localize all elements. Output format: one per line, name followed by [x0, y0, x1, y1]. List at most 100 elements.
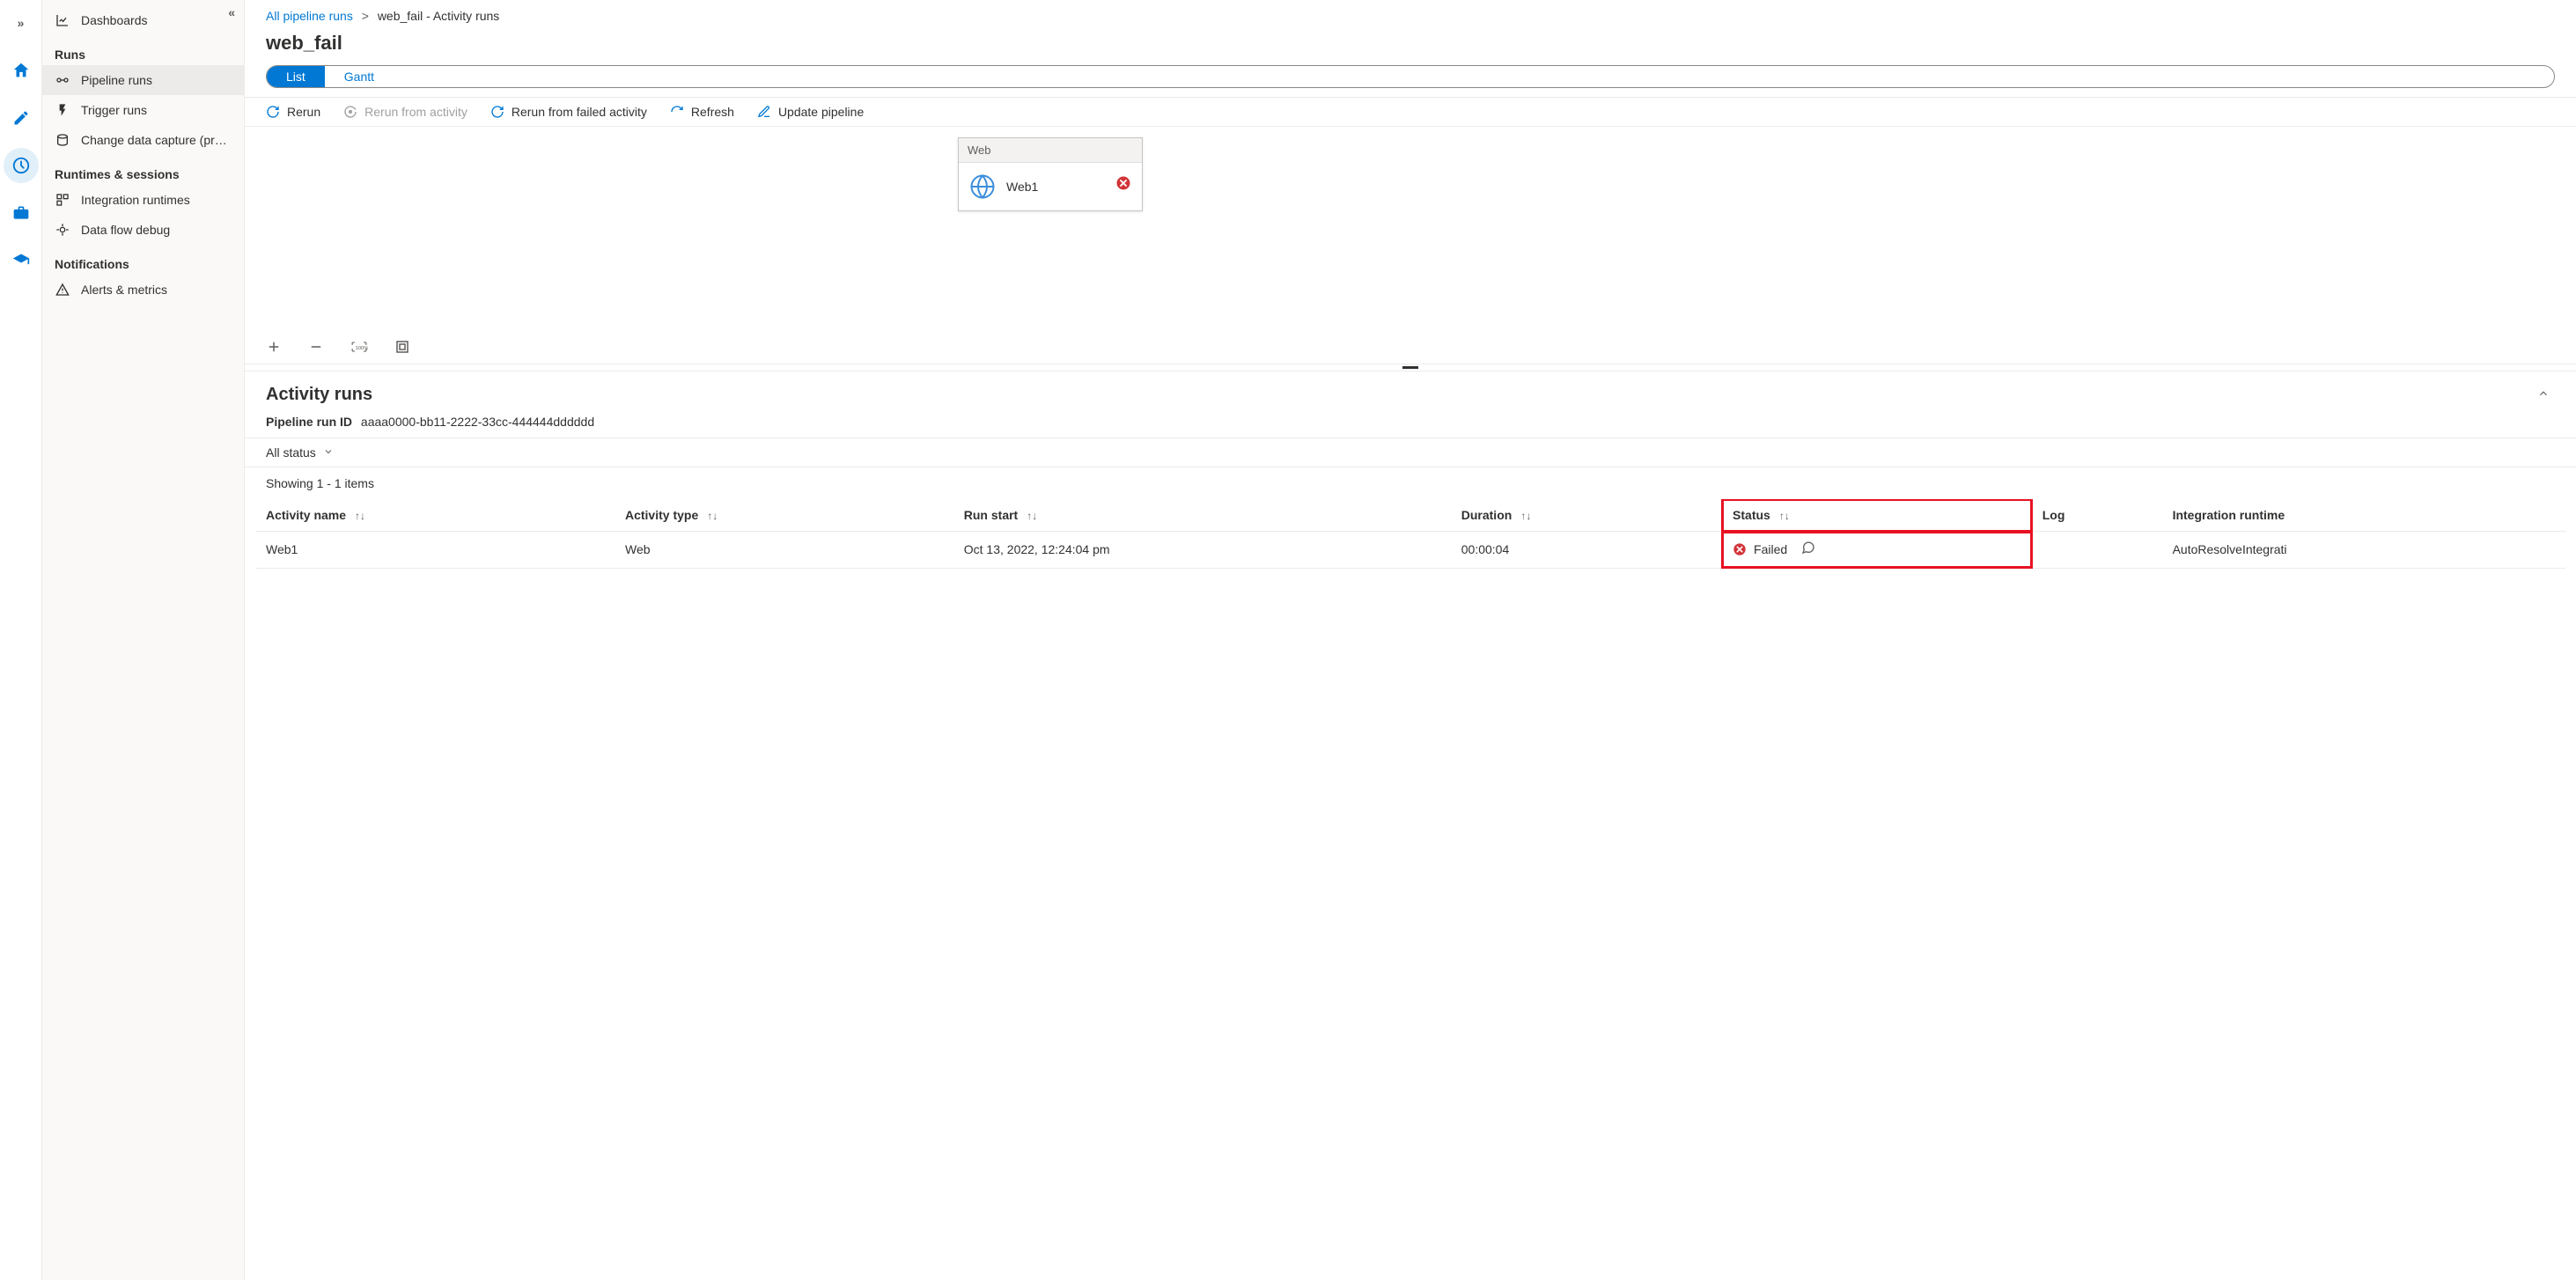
rerun-failed-icon: [490, 105, 504, 119]
col-activity-name[interactable]: Activity name↑↓: [255, 499, 615, 532]
sidebar-item-pipeline-runs[interactable]: Pipeline runs: [42, 65, 244, 95]
collapse-section-icon[interactable]: [2532, 382, 2555, 408]
splitter-handle[interactable]: [245, 364, 2576, 371]
sidebar-item-label: Dashboards: [81, 13, 148, 27]
status-filter-label: All status: [266, 445, 316, 460]
table-row[interactable]: Web1 Web Oct 13, 2022, 12:24:04 pm 00:00…: [255, 532, 2565, 569]
breadcrumb-root[interactable]: All pipeline runs: [266, 9, 353, 23]
sort-icon[interactable]: ↑↓: [1027, 510, 1037, 522]
col-run-start[interactable]: Run start↑↓: [953, 499, 1451, 532]
rerun-icon: [266, 105, 280, 119]
sort-icon[interactable]: ↑↓: [355, 510, 365, 522]
sidebar-item-cdc[interactable]: Change data capture (previ...: [42, 125, 244, 155]
cell-duration: 00:00:04: [1451, 532, 1722, 569]
cell-run-start: Oct 13, 2022, 12:24:04 pm: [953, 532, 1451, 569]
sidebar-item-label: Pipeline runs: [81, 73, 152, 87]
monitor-icon[interactable]: [4, 148, 39, 183]
sidebar-section-runtimes: Runtimes & sessions: [42, 155, 244, 185]
item-count: Showing 1 - 1 items: [245, 467, 2576, 499]
node-name: Web1: [1006, 180, 1038, 194]
update-pipeline-button[interactable]: Update pipeline: [757, 105, 864, 119]
sidebar-item-label: Alerts & metrics: [81, 283, 167, 297]
expand-rail-icon[interactable]: »: [4, 5, 39, 40]
sidebar-item-alerts[interactable]: Alerts & metrics: [42, 275, 244, 305]
learn-icon[interactable]: [4, 243, 39, 278]
col-status[interactable]: Status↑↓: [1722, 499, 2032, 532]
pipeline-icon: [55, 72, 70, 88]
debug-icon: [55, 222, 70, 238]
globe-icon: [969, 173, 996, 200]
sidebar-item-dataflow-debug[interactable]: Data flow debug: [42, 215, 244, 245]
toolbar-label: Refresh: [691, 105, 734, 119]
collapse-sidebar-icon[interactable]: «: [228, 5, 235, 19]
toolbar-label: Update pipeline: [778, 105, 864, 119]
cell-status[interactable]: Failed: [1722, 532, 2032, 569]
chevron-down-icon: [323, 445, 334, 460]
cell-log: [2032, 532, 2162, 569]
rerun-from-failed-button[interactable]: Rerun from failed activity: [490, 105, 647, 119]
icon-rail: »: [0, 0, 42, 1280]
refresh-icon: [670, 105, 684, 119]
sidebar-item-dashboards[interactable]: Dashboards: [42, 5, 244, 35]
pipeline-canvas[interactable]: Web Web1 1: [245, 127, 2576, 364]
sidebar-item-trigger-runs[interactable]: Trigger runs: [42, 95, 244, 125]
alert-icon: [55, 282, 70, 298]
cell-activity-name: Web1: [255, 532, 615, 569]
toolbox-icon[interactable]: [4, 195, 39, 231]
col-duration[interactable]: Duration↑↓: [1451, 499, 1722, 532]
sidebar-item-label: Integration runtimes: [81, 193, 190, 207]
sort-icon[interactable]: ↑↓: [1520, 510, 1531, 522]
page-title: web_fail: [245, 26, 2576, 65]
rerun-button[interactable]: Rerun: [266, 105, 320, 119]
run-id-label: Pipeline run ID: [266, 415, 352, 429]
zoom-out-icon[interactable]: [308, 339, 324, 355]
svg-text:100%: 100%: [356, 346, 368, 351]
cell-integration-runtime: AutoResolveIntegrati: [2162, 532, 2565, 569]
error-icon: [1733, 542, 1747, 556]
cell-activity-type: Web: [615, 532, 953, 569]
col-integration-runtime[interactable]: Integration runtime: [2162, 499, 2565, 532]
run-id-value: aaaa0000-bb11-2222-33cc-444444dddddd: [361, 415, 594, 429]
status-filter-dropdown[interactable]: All status: [266, 445, 334, 460]
sidebar-section-runs: Runs: [42, 35, 244, 65]
splitter-grip-icon: [1402, 366, 1418, 369]
zoom-in-icon[interactable]: [266, 339, 282, 355]
view-toggle-list[interactable]: List: [267, 66, 325, 87]
col-activity-type[interactable]: Activity type↑↓: [615, 499, 953, 532]
cdc-icon: [55, 132, 70, 148]
sidebar: « Dashboards Runs Pipeline runs Trigger …: [42, 0, 245, 1280]
zoom-fit-icon[interactable]: [394, 339, 410, 355]
toolbar-label: Rerun: [287, 105, 320, 119]
activity-runs-title: Activity runs: [266, 385, 372, 405]
toolbar-label: Rerun from activity: [364, 105, 467, 119]
rerun-activity-icon: [343, 105, 357, 119]
sort-icon[interactable]: ↑↓: [707, 510, 718, 522]
edit-pipeline-icon: [757, 105, 771, 119]
status-text: Failed: [1754, 542, 1787, 556]
toolbar-label: Rerun from failed activity: [512, 105, 647, 119]
main-content: All pipeline runs > web_fail - Activity …: [245, 0, 2576, 1280]
sidebar-item-integration-runtimes[interactable]: Integration runtimes: [42, 185, 244, 215]
node-type-label: Web: [959, 138, 1142, 163]
dashboard-icon: [55, 12, 70, 28]
toolbar: Rerun Rerun from activity Rerun from fai…: [245, 97, 2576, 127]
activity-node-web1[interactable]: Web Web1: [958, 137, 1143, 211]
col-log[interactable]: Log: [2032, 499, 2162, 532]
edit-icon[interactable]: [4, 100, 39, 136]
refresh-button[interactable]: Refresh: [670, 105, 734, 119]
breadcrumb-current: web_fail - Activity runs: [378, 9, 500, 23]
pipeline-run-id-row: Pipeline run ID aaaa0000-bb11-2222-33cc-…: [245, 411, 2576, 438]
sidebar-section-notifications: Notifications: [42, 245, 244, 275]
breadcrumb: All pipeline runs > web_fail - Activity …: [245, 0, 2576, 26]
activity-runs-table: Activity name↑↓ Activity type↑↓ Run star…: [255, 499, 2565, 569]
message-icon[interactable]: [1801, 541, 1815, 557]
breadcrumb-separator: >: [362, 9, 369, 23]
canvas-zoom-controls: 100%: [266, 339, 410, 355]
sidebar-item-label: Trigger runs: [81, 103, 147, 117]
home-icon[interactable]: [4, 53, 39, 88]
view-toggle: List Gantt: [266, 65, 2555, 88]
runtime-icon: [55, 192, 70, 208]
zoom-100-icon[interactable]: 100%: [350, 340, 368, 354]
view-toggle-gantt[interactable]: Gantt: [325, 66, 394, 87]
sort-icon[interactable]: ↑↓: [1779, 510, 1790, 522]
